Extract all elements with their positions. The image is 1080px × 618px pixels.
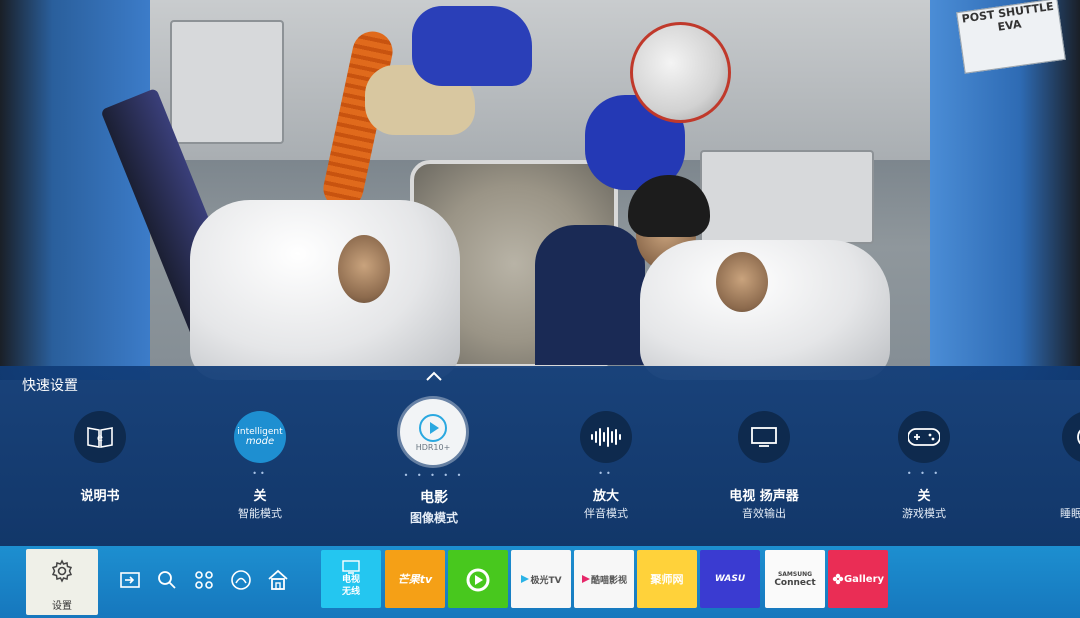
app-tile-label: 聚师网: [650, 573, 684, 586]
app-tile-samsung-connect[interactable]: SAMSUNG Connect: [765, 550, 825, 608]
app-tile-line1: SAMSUNG: [777, 570, 813, 578]
app-tile-wasu[interactable]: WASU: [700, 550, 760, 608]
app-tile-label: 芒果tv: [397, 573, 433, 586]
app-tile-label: 酷喵影视: [590, 575, 627, 586]
quick-setting-label: 电影: [420, 490, 448, 506]
settings-label: 设置: [52, 601, 72, 612]
app-tile-juhao[interactable]: 聚师网: [637, 550, 697, 608]
scene-helmet: [630, 22, 731, 123]
quick-setting-label: 放大: [592, 489, 619, 504]
scene-panel: [700, 150, 874, 244]
svg-text:e: e: [97, 433, 103, 444]
quick-setting-sub: 图像模式: [409, 511, 458, 525]
app-tile-tv[interactable]: 电视 无线: [321, 550, 381, 608]
scene-wall-left: [0, 0, 150, 380]
scene-astronaut-shirt: [535, 225, 645, 365]
e-manual-book-icon: e: [74, 411, 126, 463]
app-tile-tv-line2: 无线: [341, 587, 360, 597]
scene-astronaut-suit-left: [190, 200, 460, 380]
app-tile-kuku-video[interactable]: 酷喵影视: [574, 550, 634, 608]
quick-setting-e-manual[interactable]: e 说明书: [30, 411, 170, 531]
home-bar: 设置 电视 无线 芒果tv 极光TV 酷喵影视 聚师网 WASU SAMSUNG…: [0, 546, 1080, 618]
quick-setting-label: 关: [253, 489, 267, 504]
iqiyi-logo-icon: [466, 568, 490, 592]
tv-screen: POST SHUTTLE EVA 快速设置 e 说明书 intelligent …: [0, 0, 1080, 618]
app-tile-tv-line1: 电视: [341, 575, 360, 585]
app-tile-mango-tv[interactable]: 芒果tv: [385, 550, 445, 608]
quick-setting-label: 关: [917, 489, 931, 504]
option-dots: • • •: [906, 469, 942, 478]
app-tile-label: 极光TV: [530, 575, 562, 586]
tv-icon: [342, 560, 360, 574]
option-dots: ••: [598, 469, 614, 478]
quick-setting-label: 电视 扬声器: [729, 489, 799, 504]
intelligent-mode-icon: intelligent mode: [234, 411, 286, 463]
gear-icon: [51, 559, 73, 583]
search-icon[interactable]: [155, 568, 179, 592]
quick-setting-sleep-timer[interactable]: 睡眠: [1020, 411, 1080, 531]
scene-face-left: [338, 235, 390, 303]
source-input-icon[interactable]: [118, 568, 142, 592]
quick-settings-panel: 快速设置 e 说明书 intelligent mode •• 关 智能模式 HD…: [0, 366, 1080, 546]
quick-setting-sub: 伴音模式: [584, 507, 628, 520]
chevron-up-icon[interactable]: [424, 369, 444, 383]
app-tile-iqiyi-green[interactable]: [448, 550, 508, 608]
flower-logo-icon: [832, 573, 844, 585]
quick-setting-intelligent-mode[interactable]: intelligent mode •• 关 智能模式: [190, 411, 330, 531]
apps-grid-icon[interactable]: [192, 568, 216, 592]
quick-settings-title: 快速设置: [22, 378, 78, 394]
quick-setting-sub: 智能模式: [238, 507, 282, 520]
scene-face-right: [716, 252, 768, 312]
app-tile-label: Gallery: [843, 573, 885, 585]
scene-blue-bag: [412, 6, 532, 86]
app-tile-label: WASU: [714, 574, 746, 584]
quick-setting-sound-output[interactable]: 电视 扬声器 音效输出: [694, 411, 834, 531]
home-icon[interactable]: [266, 568, 290, 592]
ambient-icon[interactable]: [229, 568, 253, 592]
mode-icon-text: mode: [245, 436, 275, 447]
play-hdr10-icon: HDR10+: [400, 399, 466, 465]
tv-speaker-icon: [738, 411, 790, 463]
settings-button[interactable]: 设置: [26, 549, 98, 615]
scene-astronaut-suit-right: [640, 240, 890, 380]
quick-setting-game-mode[interactable]: • • • 关 游戏模式: [854, 411, 994, 531]
sleep-timer-icon: [1062, 411, 1080, 463]
quick-setting-sub: 游戏模式: [902, 507, 946, 520]
option-dots: • • • • •: [403, 471, 465, 480]
play-logo-icon: [581, 575, 590, 583]
app-tile-jiguang-tv[interactable]: 极光TV: [511, 550, 571, 608]
gamepad-icon: [898, 411, 950, 463]
app-tile-line2: Connect: [774, 577, 816, 588]
option-dots: ••: [252, 469, 268, 478]
play-logo-icon: [521, 575, 530, 583]
quick-setting-sub: 睡眠: [1060, 507, 1080, 520]
quick-setting-sub: 音效输出: [742, 507, 786, 520]
quick-setting-sound-mode[interactable]: •• 放大 伴音模式: [536, 411, 676, 531]
sound-wave-icon: [580, 411, 632, 463]
quick-setting-picture-mode[interactable]: HDR10+ • • • • • 电影 图像模式: [364, 399, 504, 531]
scene-panel: [170, 20, 284, 144]
scene-hair: [628, 175, 710, 237]
quick-setting-label: 说明书: [80, 489, 120, 504]
hdr10-icon-text: HDR10+: [415, 442, 451, 452]
app-tile-gallery[interactable]: Gallery: [828, 550, 888, 608]
